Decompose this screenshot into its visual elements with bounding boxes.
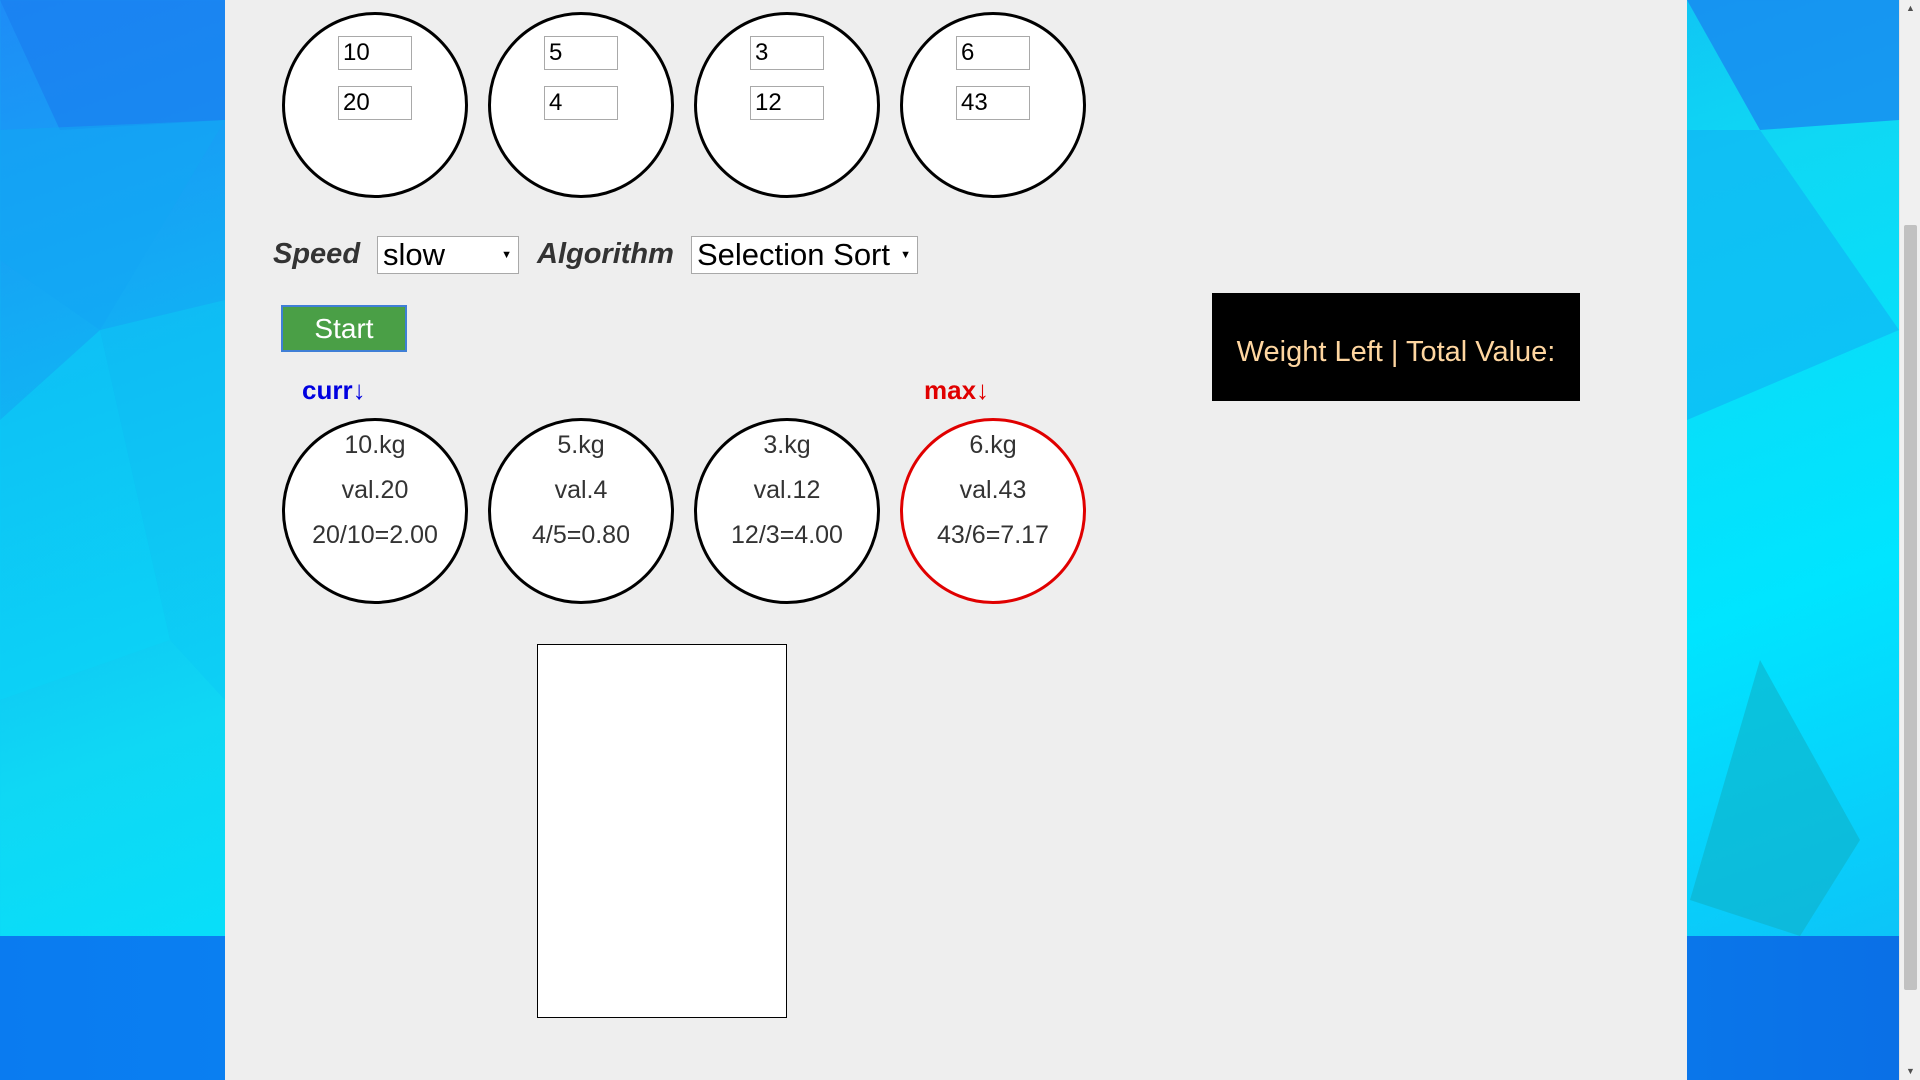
value-input-1[interactable] bbox=[338, 86, 412, 120]
item-circle-4: 6.kg val.43 43/6=7.17 bbox=[900, 418, 1086, 604]
weight-input-3[interactable] bbox=[750, 36, 824, 70]
result-label: Weight Left | Total Value: bbox=[1236, 336, 1556, 368]
value-input-4[interactable] bbox=[956, 86, 1030, 120]
result-display: Weight Left | Total Value: bbox=[1212, 293, 1580, 401]
item-ratio: 20/10=2.00 bbox=[312, 521, 438, 549]
algorithm-label: Algorithm bbox=[537, 238, 674, 270]
item-weight: 3.kg bbox=[763, 431, 811, 459]
curr-pointer: curr↓ bbox=[302, 375, 366, 405]
item-value: val.20 bbox=[341, 476, 409, 504]
item-circle-1: 10.kg val.20 20/10=2.00 bbox=[282, 418, 468, 604]
value-input-2[interactable] bbox=[544, 86, 618, 120]
value-input-3[interactable] bbox=[750, 86, 824, 120]
item-ratio: 12/3=4.00 bbox=[731, 521, 843, 549]
item-value: val.4 bbox=[554, 476, 608, 504]
scroll-up-arrow-icon[interactable]: ▲ bbox=[1900, 0, 1920, 17]
weight-input-1[interactable] bbox=[338, 36, 412, 70]
start-button[interactable]: Start bbox=[281, 305, 407, 352]
item-circle-3: 3.kg val.12 12/3=4.00 bbox=[694, 418, 880, 604]
triangle-down-icon: ▼ bbox=[900, 249, 911, 261]
speed-select-value: slow bbox=[383, 237, 446, 272]
algorithm-select[interactable]: Selection Sort ▼ bbox=[691, 236, 918, 274]
speed-select[interactable]: slow ▼ bbox=[377, 236, 519, 274]
max-pointer: max↓ bbox=[924, 375, 990, 405]
triangle-down-icon: ▼ bbox=[501, 249, 512, 261]
algorithm-select-value: Selection Sort bbox=[697, 237, 890, 272]
input-circle-1 bbox=[282, 12, 468, 198]
input-circle-3 bbox=[694, 12, 880, 198]
item-ratio: 4/5=0.80 bbox=[531, 521, 630, 549]
item-weight: 5.kg bbox=[557, 431, 605, 459]
weight-input-4[interactable] bbox=[956, 36, 1030, 70]
weight-input-2[interactable] bbox=[544, 36, 618, 70]
item-value: val.43 bbox=[959, 476, 1027, 504]
item-weight: 6.kg bbox=[969, 431, 1017, 459]
scroll-down-arrow-icon[interactable]: ▼ bbox=[1900, 1063, 1920, 1080]
input-circle-4 bbox=[900, 12, 1086, 198]
scrollbar-thumb[interactable] bbox=[1904, 225, 1917, 990]
item-weight: 10.kg bbox=[344, 431, 406, 459]
item-value: val.12 bbox=[753, 476, 821, 504]
knapsack-container bbox=[537, 644, 787, 1018]
speed-label: Speed bbox=[273, 238, 361, 270]
item-circle-2: 5.kg val.4 4/5=0.80 bbox=[488, 418, 674, 604]
item-ratio: 43/6=7.17 bbox=[937, 521, 1049, 549]
page-scrollbar[interactable]: ▲ ▼ bbox=[1899, 0, 1920, 1080]
input-circle-2 bbox=[488, 12, 674, 198]
